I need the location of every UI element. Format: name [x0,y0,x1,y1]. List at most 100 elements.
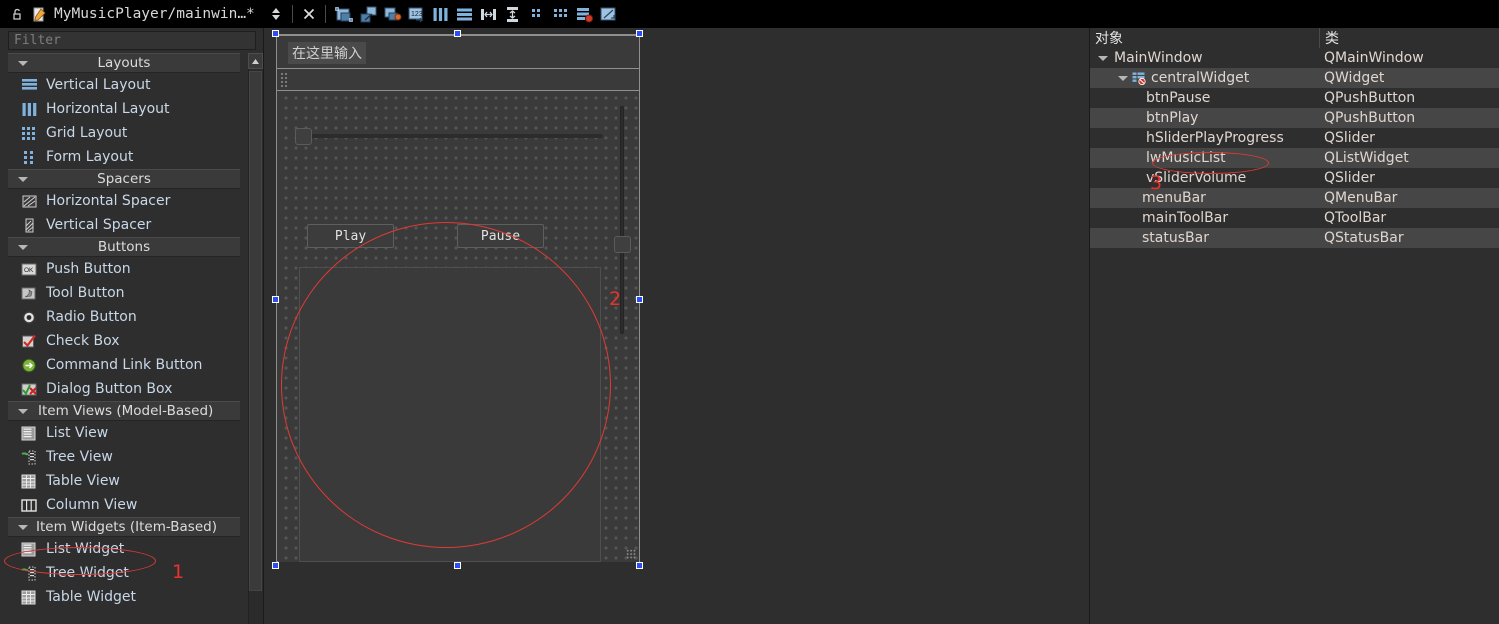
edit-widgets-icon[interactable] [333,2,357,26]
column-header-object[interactable]: 对象 [1090,28,1319,48]
widget-item-list-view[interactable]: List View [8,421,240,445]
table-view-icon [18,472,40,490]
widget-item-form-layout[interactable]: Form Layout [8,145,240,169]
edit-signals-slots-icon[interactable] [357,2,381,26]
widget-item-table-widget[interactable]: Table Widget [8,585,240,609]
widget-item-tool-button[interactable]: Tool Button [8,281,240,305]
resize-handle-bottom-left[interactable] [272,562,279,569]
updown-arrows-icon[interactable] [265,3,287,25]
layout-form-icon[interactable] [525,2,549,26]
edit-buddies-icon[interactable] [381,2,405,26]
object-name-text: btnPlay [1146,110,1199,126]
unlock-icon[interactable] [6,3,28,25]
object-row-hsliderplayprogress[interactable]: hSliderPlayProgress QSlider [1090,128,1499,148]
horizontal-layout-icon [18,100,40,118]
object-row-centralwidget[interactable]: centralWidget QWidget [1090,68,1499,88]
widget-group-layouts[interactable]: Layouts [8,53,240,73]
size-grip-icon[interactable] [626,549,636,559]
break-layout-icon[interactable] [573,2,597,26]
edit-file-icon[interactable] [28,3,50,25]
resize-handle-top-left[interactable] [272,30,279,37]
widget-item-tree-view[interactable]: Tree View [8,445,240,469]
form-layout-icon [18,148,40,166]
chevron-down-icon[interactable] [1098,55,1108,61]
widget-box-list[interactable]: Layouts Vertical Layout Horizontal Layou… [8,53,256,624]
widget-item-push-button[interactable]: OK Push Button [8,257,240,281]
menu-placeholder-text[interactable]: 在这里输入 [288,41,366,64]
object-row-btnplay[interactable]: btnPlay QPushButton [1090,108,1499,128]
layout-grid-icon[interactable] [549,2,573,26]
object-row-mainwindow[interactable]: MainWindow QMainWindow [1090,48,1499,68]
slider-handle[interactable] [614,236,631,253]
widget-item-check-box[interactable]: Check Box [8,329,240,353]
widget-item-horizontal-layout[interactable]: Horizontal Layout [8,97,240,121]
column-view-icon [18,496,40,514]
object-class-cell: QMenuBar [1324,190,1398,206]
resize-handle-middle-left[interactable] [272,296,279,303]
list-view-icon [18,424,40,442]
widget-item-label: Tool Button [46,285,125,301]
grid-layout-icon [18,124,40,142]
widget-group-spacers[interactable]: Spacers [8,169,240,189]
widget-item-label: Grid Layout [46,125,128,141]
object-row-lwmusiclist[interactable]: lwMusicList QListWidget [1090,148,1499,168]
widget-group-buttons[interactable]: Buttons [8,237,240,257]
scrollbar-thumb[interactable] [249,71,262,591]
chevron-down-icon [18,176,28,182]
widget-item-label: Table Widget [46,589,136,605]
object-inspector-header: 对象 类 [1090,28,1499,48]
chevron-down-icon[interactable] [1118,75,1128,81]
object-class-cell: QPushButton [1324,110,1416,126]
widget-item-radio-button[interactable]: Radio Button [8,305,240,329]
svg-text:OK: OK [24,267,34,274]
layout-splitter-vertical-icon[interactable] [501,2,525,26]
resize-handle-middle-right[interactable] [636,296,643,303]
widget-item-column-view[interactable]: Column View [8,493,240,517]
object-name-text: mainToolBar [1142,210,1229,226]
widget-item-grid-layout[interactable]: Grid Layout [8,121,240,145]
column-header-class[interactable]: 类 [1319,28,1499,48]
tree-view-icon [18,448,40,466]
toolbar-grip-icon[interactable] [280,72,288,88]
layout-horizontally-icon[interactable] [429,2,453,26]
hSliderPlayProgress[interactable] [295,124,605,146]
filter-input[interactable]: Filter [8,31,256,50]
object-name-cell: statusBar [1090,230,1319,246]
vertical-layout-icon [18,76,40,94]
title-bar: MyMusicPlayer/mainwin…* 123 [0,0,1499,28]
layout-vertically-icon[interactable] [453,2,477,26]
check-box-icon [18,332,40,350]
object-row-maintoolbar[interactable]: mainToolBar QToolBar [1090,208,1499,228]
widget-item-command-link-button[interactable]: Command Link Button [8,353,240,377]
adjust-size-icon[interactable] [597,2,621,26]
separator [324,5,326,23]
annotation-number-3: 3 [1150,172,1163,194]
slider-handle[interactable] [295,128,312,145]
widget-item-horizontal-spacer[interactable]: Horizontal Spacer [8,189,240,213]
widget-item-table-view[interactable]: Table View [8,469,240,493]
scroll-up-arrow-icon[interactable] [248,53,263,69]
widget-item-label: Column View [46,497,138,513]
vertical-spacer-icon [18,216,40,234]
form-toolbar[interactable] [277,69,639,91]
separator [291,5,293,23]
widget-item-vertical-spacer[interactable]: Vertical Spacer [8,213,240,237]
object-row-btnpause[interactable]: btnPause QPushButton [1090,88,1499,108]
resize-handle-bottom-right[interactable] [636,562,643,569]
widget-group-item-widgets[interactable]: Item Widgets (Item-Based) [8,517,240,537]
resize-handle-top-center[interactable] [454,30,461,37]
chevron-down-icon [18,244,28,250]
resize-handle-top-right[interactable] [636,30,643,37]
form-menubar[interactable]: 在这里输入 [277,37,639,69]
filter-placeholder: Filter [14,33,61,48]
resize-handle-bottom-center[interactable] [454,562,461,569]
object-row-statusbar[interactable]: statusBar QStatusBar [1090,228,1499,248]
widget-item-vertical-layout[interactable]: Vertical Layout [8,73,240,97]
widget-group-item-views[interactable]: Item Views (Model-Based) [8,401,240,421]
object-class-cell: QMainWindow [1324,50,1424,66]
edit-tab-order-icon[interactable]: 123 [405,2,429,26]
close-icon[interactable] [298,3,320,25]
object-name-text: btnPause [1146,90,1211,106]
widget-item-dialog-button-box[interactable]: Dialog Button Box [8,377,240,401]
layout-splitter-horizontal-icon[interactable] [477,2,501,26]
